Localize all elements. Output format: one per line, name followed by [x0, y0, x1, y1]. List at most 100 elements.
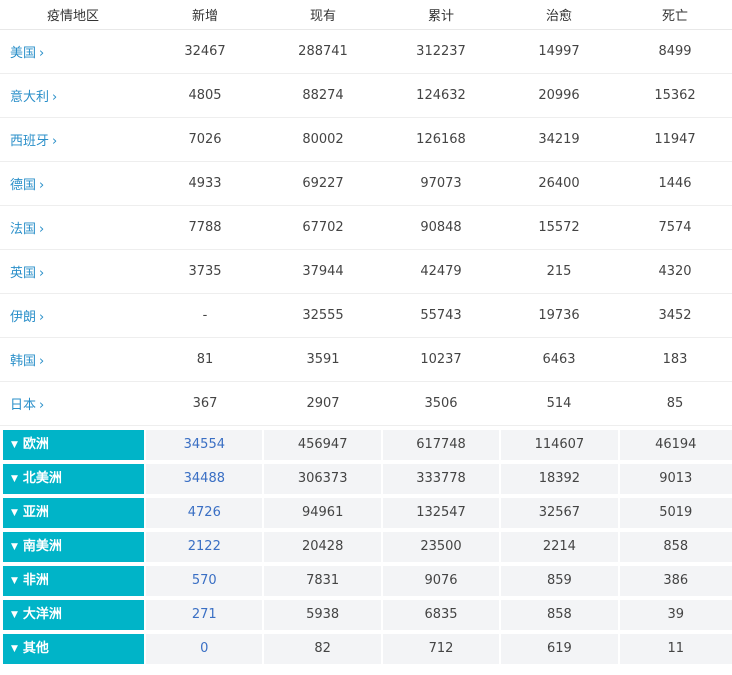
cell-current: 20428 [264, 532, 381, 562]
cell-cured: 34219 [538, 132, 580, 147]
region-list: ▼ 欧洲 34554 456947 617748 114607 46194 ▼ 北美洲 34488… [0, 430, 732, 664]
region-row: ▼ 非洲 570 7831 9076 859 386 [0, 566, 732, 596]
country-name-link[interactable]: 英国 [10, 266, 36, 281]
cell-dead: 1446 [658, 176, 692, 191]
cell-cured: 6463 [542, 352, 576, 367]
country-cell[interactable]: 韩国 › [0, 350, 146, 369]
region-toggle-button[interactable]: ▼ 非洲 [3, 566, 145, 596]
caret-down-icon: ▼ [11, 508, 18, 518]
cell-dead: 11947 [654, 132, 696, 147]
cell-dead: 386 [619, 566, 732, 596]
cell-total: 42479 [420, 264, 462, 279]
cell-cured: 32567 [501, 498, 618, 528]
cell-total: 312237 [416, 44, 466, 59]
cell-cured: 619 [501, 634, 618, 664]
caret-down-icon: ▼ [11, 576, 18, 586]
region-toggle-button[interactable]: ▼ 南美洲 [3, 532, 145, 562]
cell-current: 82 [264, 634, 381, 664]
header-total: 累计 [427, 9, 454, 24]
chevron-right-icon: › [39, 46, 45, 61]
cell-new: 32467 [184, 44, 226, 59]
cell-new: 2122 [146, 532, 263, 562]
region-name: 南美洲 [22, 539, 62, 554]
caret-down-icon: ▼ [11, 440, 18, 450]
region-name: 亚洲 [22, 505, 49, 520]
country-cell[interactable]: 英国 › [0, 262, 146, 281]
table-row: 法国 › 7788 67702 90848 15572 7574 [0, 206, 732, 250]
cell-total: 6835 [382, 600, 500, 630]
cell-total: 712 [382, 634, 500, 664]
cell-dead: 11 [619, 634, 732, 664]
country-name-link[interactable]: 意大利 [10, 90, 49, 105]
cell-dead: 7574 [658, 220, 692, 235]
cell-total: 333778 [382, 464, 500, 494]
country-name-link[interactable]: 伊朗 [10, 310, 36, 325]
cell-total: 3506 [424, 396, 458, 411]
country-cell[interactable]: 西班牙 › [0, 130, 146, 149]
country-name-link[interactable]: 法国 [10, 222, 36, 237]
cell-new: 7788 [188, 220, 222, 235]
region-name: 非洲 [22, 573, 49, 588]
cell-cured: 114607 [501, 430, 618, 460]
region-row: ▼ 大洋洲 271 5938 6835 858 39 [0, 600, 732, 630]
cell-dead: 4320 [658, 264, 692, 279]
region-toggle-button[interactable]: ▼ 大洋洲 [3, 600, 145, 630]
table-row: 意大利 › 4805 88274 124632 20996 15362 [0, 74, 732, 118]
country-cell[interactable]: 日本 › [0, 394, 146, 413]
table-row: 西班牙 › 7026 80002 126168 34219 11947 [0, 118, 732, 162]
cell-current: 88274 [302, 88, 344, 103]
table-row: 英国 › 3735 37944 42479 215 4320 [0, 250, 732, 294]
country-cell[interactable]: 意大利 › [0, 86, 146, 105]
cell-new: 4726 [146, 498, 263, 528]
country-name-link[interactable]: 美国 [10, 46, 36, 61]
chevron-right-icon: › [39, 310, 45, 325]
country-name-link[interactable]: 韩国 [10, 354, 36, 369]
region-toggle-button[interactable]: ▼ 亚洲 [3, 498, 145, 528]
cell-dead: 85 [666, 396, 684, 411]
region-toggle-button[interactable]: ▼ 其他 [3, 634, 145, 664]
chevron-right-icon: › [52, 90, 58, 105]
country-cell[interactable]: 伊朗 › [0, 306, 146, 325]
cell-new: 271 [146, 600, 263, 630]
cell-new: 0 [146, 634, 263, 664]
cell-total: 10237 [420, 352, 462, 367]
region-name: 北美洲 [22, 471, 62, 486]
cell-total: 617748 [382, 430, 500, 460]
cell-dead: 9013 [619, 464, 732, 494]
country-cell[interactable]: 德国 › [0, 174, 146, 193]
cell-dead: 8499 [658, 44, 692, 59]
table-row: 日本 › 367 2907 3506 514 85 [0, 382, 732, 426]
cell-current: 67702 [302, 220, 344, 235]
header-cured: 治愈 [545, 9, 572, 24]
cell-new: 81 [196, 352, 214, 367]
country-name-link[interactable]: 西班牙 [10, 134, 49, 149]
country-cell[interactable]: 美国 › [0, 42, 146, 61]
country-name-link[interactable]: 日本 [10, 398, 36, 413]
table-row: 美国 › 32467 288741 312237 14997 8499 [0, 30, 732, 74]
cell-total: 90848 [420, 220, 462, 235]
cell-new: 4933 [188, 176, 222, 191]
cell-cured: 858 [501, 600, 618, 630]
cell-dead: 183 [662, 352, 688, 367]
region-name: 大洋洲 [22, 607, 62, 622]
country-cell[interactable]: 法国 › [0, 218, 146, 237]
cell-new: 4805 [188, 88, 222, 103]
cell-cured: 19736 [538, 308, 580, 323]
cell-total: 126168 [416, 132, 466, 147]
cell-total: 97073 [420, 176, 462, 191]
region-toggle-button[interactable]: ▼ 欧洲 [3, 430, 145, 460]
cell-current: 37944 [302, 264, 344, 279]
region-toggle-button[interactable]: ▼ 北美洲 [3, 464, 145, 494]
cell-current: 5938 [264, 600, 381, 630]
region-row: ▼ 其他 0 82 712 619 11 [0, 634, 732, 664]
cell-cured: 18392 [501, 464, 618, 494]
cell-cured: 2214 [501, 532, 618, 562]
cell-new: 7026 [188, 132, 222, 147]
table-row: 韩国 › 81 3591 10237 6463 183 [0, 338, 732, 382]
cell-total: 23500 [382, 532, 500, 562]
cell-dead: 5019 [619, 498, 732, 528]
caret-down-icon: ▼ [11, 474, 18, 484]
region-name: 欧洲 [22, 437, 49, 452]
country-name-link[interactable]: 德国 [10, 178, 36, 193]
cell-new: 570 [146, 566, 263, 596]
